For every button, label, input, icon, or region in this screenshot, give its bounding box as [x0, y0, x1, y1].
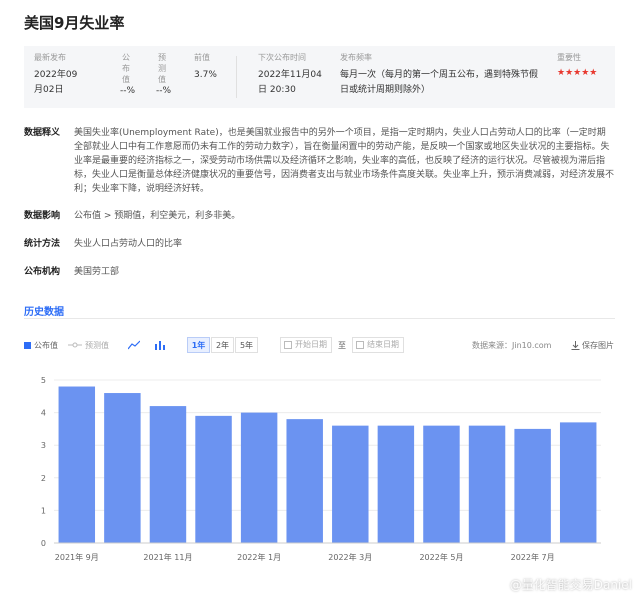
- bar: [423, 425, 460, 543]
- bar: [286, 419, 323, 543]
- bar-chart-icon[interactable]: [154, 337, 166, 353]
- detail-label: 数据释义: [24, 128, 61, 138]
- actual-value: --%: [120, 86, 136, 96]
- bar: [468, 425, 506, 543]
- release-label: 最新发布: [34, 53, 66, 62]
- x-tick-label: 2022年 1月: [237, 552, 281, 562]
- detail-label: 公布机构: [24, 267, 61, 277]
- y-tick-label: 0: [41, 539, 46, 548]
- actual-label: 公布值: [122, 53, 130, 84]
- detail-label: 统计方法: [24, 239, 61, 249]
- next-release-value: 2022年11月04日 20:30: [258, 70, 322, 95]
- period-2y-button[interactable]: 2年: [211, 337, 234, 353]
- x-tick-label: 2021年 9月: [55, 552, 99, 562]
- y-tick-label: 4: [41, 409, 46, 418]
- detail-text: 失业人口占劳动人口的比率: [74, 239, 183, 249]
- legend-forecast-label: 预测值: [85, 340, 109, 350]
- legend-swatch: [24, 341, 31, 349]
- bar: [240, 412, 278, 543]
- bar: [195, 415, 232, 543]
- importance-stars: ★★★★★: [557, 68, 598, 78]
- line-legend-icon: [68, 342, 82, 348]
- start-date-input[interactable]: 开始日期: [280, 337, 332, 353]
- detail-text: 公布值 > 预期值，利空美元，利多非美。: [74, 211, 241, 221]
- data-source: 数据来源：Jin10.com: [472, 340, 552, 350]
- unemployment-bar-chart: 0 1 2 3 4 5 2021年 9月 2021年 11月 2022年 1月 2022年 3月 2…: [41, 376, 601, 562]
- history-tab[interactable]: 历史数据: [24, 303, 64, 318]
- download-icon: [571, 340, 580, 350]
- detail-text: 美国劳工部: [74, 267, 120, 277]
- bar: [514, 428, 551, 543]
- detail-label: 数据影响: [24, 211, 61, 221]
- calendar-icon: [284, 341, 292, 349]
- summary-panel: 最新发布 2022年09月02日 公布值 --% 预测值 --% 前值 3.7%…: [24, 46, 615, 108]
- previous-label: 前值: [194, 53, 210, 62]
- next-release-label: 下次公布时间: [258, 53, 306, 62]
- save-image-button[interactable]: 保存图片: [571, 337, 614, 353]
- frequency-label: 发布频率: [340, 53, 372, 62]
- x-tick-label: 2022年 3月: [328, 552, 372, 562]
- period-1y-button[interactable]: 1年: [187, 337, 210, 353]
- page-title: 美国9月失业率: [24, 14, 125, 32]
- history-divider: [24, 318, 615, 319]
- bar: [377, 425, 415, 543]
- forecast-label: 预测值: [158, 53, 166, 84]
- legend-forecast[interactable]: 预测值: [68, 337, 109, 353]
- start-date-placeholder: 开始日期: [295, 340, 327, 349]
- save-image-label: 保存图片: [582, 340, 614, 350]
- bar: [559, 422, 597, 543]
- bar: [104, 393, 141, 543]
- previous-value: 3.7%: [194, 70, 217, 80]
- date-to-label: 至: [338, 340, 346, 350]
- y-tick-label: 3: [41, 441, 46, 450]
- y-tick-label: 1: [41, 506, 46, 515]
- release-value: 2022年09月02日: [34, 70, 78, 95]
- y-tick-label: 5: [41, 376, 46, 385]
- y-tick-label: 2: [41, 474, 46, 483]
- calendar-icon: [356, 341, 364, 349]
- bar: [332, 425, 369, 543]
- legend-actual-label: 公布值: [34, 340, 58, 350]
- line-chart-icon[interactable]: [128, 337, 140, 353]
- end-date-placeholder: 结束日期: [367, 340, 399, 349]
- forecast-value: --%: [156, 86, 172, 96]
- importance-label: 重要性: [557, 53, 581, 62]
- detail-text: 美国失业率(Unemployment Rate)，也是美国就业报告中的另外一个项…: [74, 128, 615, 194]
- bar: [149, 406, 187, 543]
- watermark: @量化智能交易Daniel: [509, 578, 632, 592]
- frequency-value: 每月一次（每月的第一个周五公布，遇到特殊节假日或统计周期则除外）: [340, 70, 539, 95]
- x-tick-label: 2022年 7月: [511, 552, 555, 562]
- bar: [58, 386, 96, 543]
- x-tick-label: 2022年 5月: [419, 552, 463, 562]
- x-tick-label: 2021年 11月: [143, 552, 192, 562]
- summary-divider: [236, 56, 237, 98]
- period-5y-button[interactable]: 5年: [235, 337, 258, 353]
- end-date-input[interactable]: 结束日期: [352, 337, 404, 353]
- legend-actual[interactable]: 公布值: [24, 337, 58, 353]
